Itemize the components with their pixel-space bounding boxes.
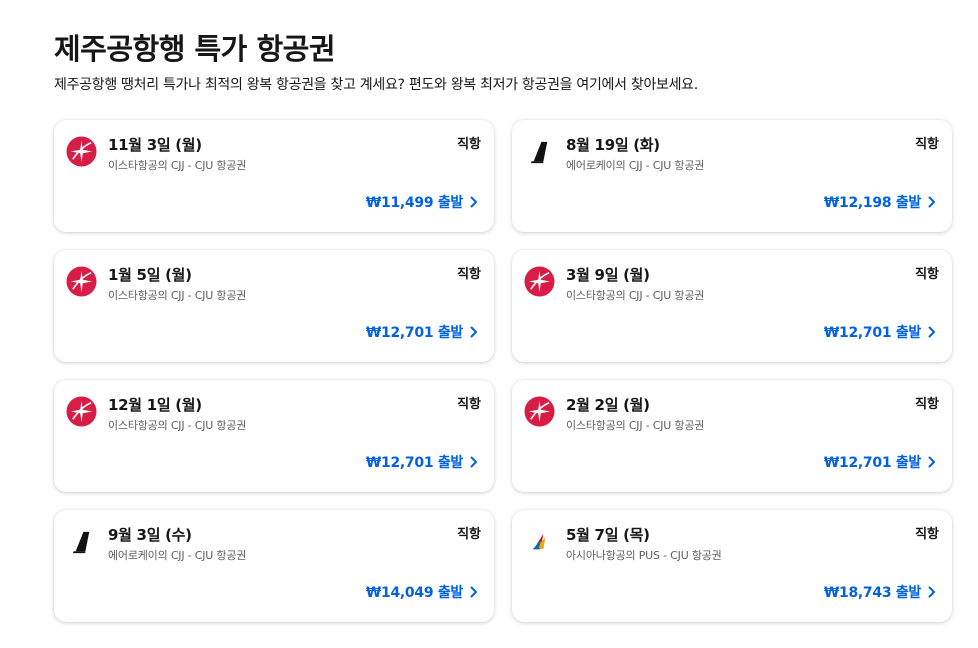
nonstop-badge: 직항	[915, 527, 939, 542]
deal-route: 에어로케이의 CJJ - CJU 항공권	[108, 549, 247, 562]
chevron-right-icon	[470, 326, 478, 338]
nonstop-badge: 직항	[915, 397, 939, 412]
deal-route: 이스타항공의 CJJ - CJU 항공권	[108, 419, 247, 432]
chevron-right-icon	[928, 326, 936, 338]
deal-price-link[interactable]: ₩12,198 출발	[824, 192, 936, 212]
deal-grid: 11월 3일 (월) 이스타항공의 CJJ - CJU 항공권 직항 ₩11,499 …	[54, 120, 952, 622]
deal-price-link[interactable]: ₩12,701 출발	[824, 452, 936, 472]
chevron-right-icon	[928, 456, 936, 468]
deal-date: 3월 9일 (월)	[566, 266, 650, 284]
deal-price: ₩12,701 출발	[823, 325, 921, 341]
deal-price: ₩12,701 출발	[365, 455, 463, 471]
deal-card[interactable]: 12월 1일 (월) 이스타항공의 CJJ - CJU 항공권 직항 ₩12,701 …	[54, 380, 494, 492]
deal-route: 이스타항공의 CJJ - CJU 항공권	[566, 419, 705, 432]
deal-price: ₩12,701 출발	[823, 455, 921, 471]
nonstop-badge: 직항	[457, 137, 481, 152]
deal-card[interactable]: 3월 9일 (월) 이스타항공의 CJJ - CJU 항공권 직항 ₩12,701 출…	[512, 250, 952, 362]
aero-k-icon	[66, 526, 97, 557]
chevron-right-icon	[928, 586, 936, 598]
aero-k-icon	[524, 136, 555, 167]
deal-card[interactable]: 8월 19일 (화) 에어로케이의 CJJ - CJU 항공권 직항 ₩12,198 …	[512, 120, 952, 232]
deal-date: 9월 3일 (수)	[108, 526, 192, 544]
deal-route: 에어로케이의 CJJ - CJU 항공권	[566, 159, 705, 172]
deal-route: 이스타항공의 CJJ - CJU 항공권	[108, 159, 247, 172]
page-subtitle: 제주공항행 땡처리 특가나 최적의 왕복 항공권을 찾고 계세요? 편도와 왕복…	[54, 77, 698, 93]
asiana-airlines-icon	[524, 526, 555, 557]
chevron-right-icon	[470, 586, 478, 598]
deal-route: 이스타항공의 CJJ - CJU 항공권	[566, 289, 705, 302]
nonstop-badge: 직항	[457, 267, 481, 282]
deal-date: 8월 19일 (화)	[566, 136, 660, 154]
eastar-jet-icon	[66, 266, 97, 297]
deal-price-link[interactable]: ₩12,701 출발	[366, 322, 478, 342]
deal-card[interactable]: 9월 3일 (수) 에어로케이의 CJJ - CJU 항공권 직항 ₩14,049 출…	[54, 510, 494, 622]
deal-route: 아시아나항공의 PUS - CJU 항공권	[566, 549, 722, 562]
deal-date: 12월 1일 (월)	[108, 396, 202, 414]
deal-card[interactable]: 11월 3일 (월) 이스타항공의 CJJ - CJU 항공권 직항 ₩11,499 …	[54, 120, 494, 232]
nonstop-badge: 직항	[457, 527, 481, 542]
deal-card[interactable]: 1월 5일 (월) 이스타항공의 CJJ - CJU 항공권 직항 ₩12,701 출…	[54, 250, 494, 362]
chevron-right-icon	[470, 456, 478, 468]
nonstop-badge: 직항	[915, 267, 939, 282]
deal-date: 5월 7일 (목)	[566, 526, 650, 544]
chevron-right-icon	[470, 196, 478, 208]
deal-price-link[interactable]: ₩14,049 출발	[366, 582, 478, 602]
nonstop-badge: 직항	[915, 137, 939, 152]
eastar-jet-icon	[66, 136, 97, 167]
deal-route: 이스타항공의 CJJ - CJU 항공권	[108, 289, 247, 302]
deal-price: ₩18,743 출발	[823, 585, 921, 601]
deal-price: ₩11,499 출발	[365, 195, 463, 211]
deal-date: 11월 3일 (월)	[108, 136, 202, 154]
deal-price: ₩12,701 출발	[365, 325, 463, 341]
deal-price-link[interactable]: ₩18,743 출발	[824, 582, 936, 602]
deal-price-link[interactable]: ₩11,499 출발	[366, 192, 478, 212]
chevron-right-icon	[928, 196, 936, 208]
eastar-jet-icon	[524, 266, 555, 297]
deal-price-link[interactable]: ₩12,701 출발	[366, 452, 478, 472]
deal-date: 2월 2일 (월)	[566, 396, 650, 414]
nonstop-badge: 직항	[457, 397, 481, 412]
deal-price: ₩12,198 출발	[823, 195, 921, 211]
deal-price: ₩14,049 출발	[365, 585, 463, 601]
eastar-jet-icon	[66, 396, 97, 427]
deal-date: 1월 5일 (월)	[108, 266, 192, 284]
deal-price-link[interactable]: ₩12,701 출발	[824, 322, 936, 342]
page-title: 제주공항행 특가 항공권	[54, 32, 336, 66]
deal-card[interactable]: 5월 7일 (목) 아시아나항공의 PUS - CJU 항공권 직항 ₩18,743 …	[512, 510, 952, 622]
eastar-jet-icon	[524, 396, 555, 427]
deal-card[interactable]: 2월 2일 (월) 이스타항공의 CJJ - CJU 항공권 직항 ₩12,701 출…	[512, 380, 952, 492]
